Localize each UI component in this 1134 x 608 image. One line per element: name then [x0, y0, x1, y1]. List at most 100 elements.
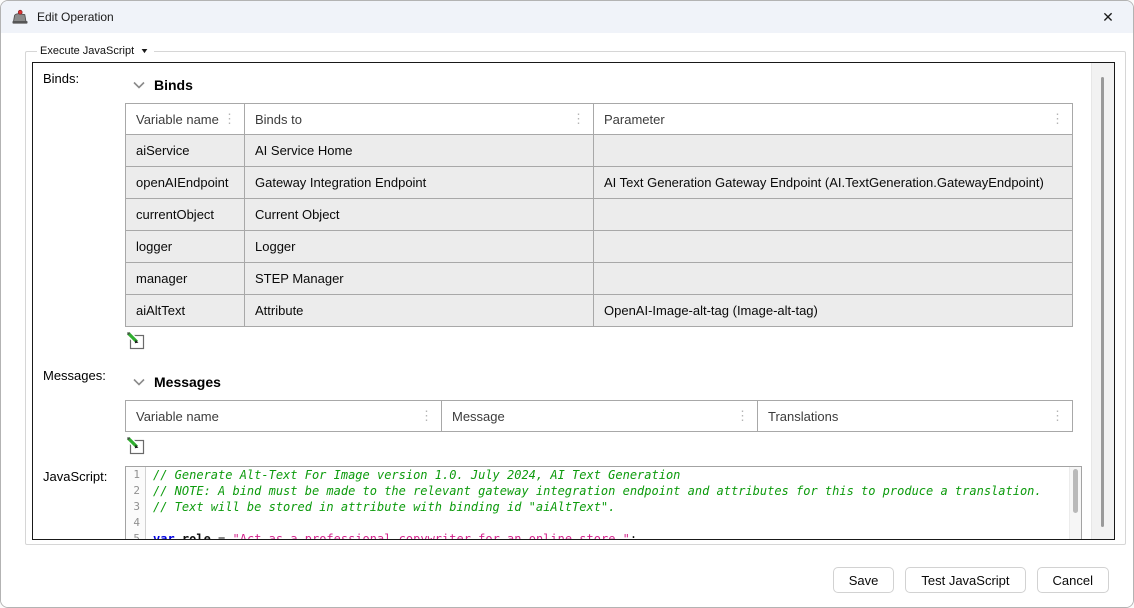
binds-cell[interactable] — [594, 135, 1073, 167]
messages-column-label: Translations — [768, 409, 1049, 424]
code-text: // Generate Alt-Text For Image version 1… — [146, 467, 680, 483]
operation-panel: Binds: Binds Variable name⋮Binds to⋮Para… — [32, 62, 1115, 540]
column-menu-icon[interactable]: ⋮ — [418, 408, 435, 424]
binds-column-header[interactable]: Variable name⋮ — [126, 104, 245, 135]
code-token: // NOTE: A bind must be made to the rele… — [153, 484, 1042, 498]
binds-cell[interactable]: AI Text Generation Gateway Endpoint (AI.… — [594, 167, 1073, 199]
code-text: // NOTE: A bind must be made to the rele… — [146, 483, 1042, 499]
binds-header-row: Variable name⋮Binds to⋮Parameter⋮ — [126, 104, 1073, 135]
code-text: var role = "Act as a professional copywr… — [146, 531, 637, 540]
binds-cell[interactable]: openAIEndpoint — [126, 167, 245, 199]
binds-cell[interactable]: AI Service Home — [245, 135, 594, 167]
code-line: 4 — [126, 515, 1081, 531]
messages-column-header[interactable]: Variable name⋮ — [126, 401, 442, 432]
javascript-row: JavaScript: 1// Generate Alt-Text For Im… — [33, 463, 1114, 540]
code-token — [175, 532, 182, 540]
binds-row: Binds: Binds Variable name⋮Binds to⋮Para… — [33, 63, 1114, 351]
messages-row-label: Messages: — [33, 360, 125, 456]
binds-cell[interactable]: Gateway Integration Endpoint — [245, 167, 594, 199]
binds-table-row: aiServiceAI Service Home — [126, 135, 1073, 167]
binds-cell[interactable] — [594, 231, 1073, 263]
column-menu-icon[interactable]: ⋮ — [1049, 111, 1066, 127]
binds-column-label: Binds to — [255, 112, 570, 127]
chevron-down-icon — [133, 76, 145, 94]
save-button[interactable]: Save — [833, 567, 895, 593]
code-token: = — [211, 532, 233, 540]
messages-row: Messages: Messages Variable name⋮Message… — [33, 360, 1114, 456]
messages-section-title: Messages — [154, 374, 221, 390]
binds-cell[interactable]: manager — [126, 263, 245, 295]
dialog-body: Execute JavaScript ▼ Binds: Binds Vari — [1, 33, 1133, 608]
binds-table: Variable name⋮Binds to⋮Parameter⋮aiServi… — [125, 103, 1073, 327]
code-line: 1// Generate Alt-Text For Image version … — [126, 467, 1081, 483]
binds-section-title: Binds — [154, 77, 193, 93]
line-number: 3 — [126, 499, 146, 515]
binds-cell[interactable]: aiService — [126, 135, 245, 167]
binds-cell[interactable]: Logger — [245, 231, 594, 263]
binds-header-wrap: Parameter⋮ — [604, 111, 1066, 127]
messages-section-toggle[interactable]: Messages — [133, 373, 1082, 391]
edit-rows-icon[interactable] — [126, 436, 146, 456]
window-title: Edit Operation — [37, 10, 114, 24]
messages-column-label: Message — [452, 409, 734, 424]
operation-type-dropdown[interactable]: Execute JavaScript ▼ — [37, 45, 154, 57]
binds-column-label: Variable name — [136, 112, 221, 127]
binds-cell[interactable]: OpenAI-Image-alt-tag (Image-alt-tag) — [594, 295, 1073, 327]
line-number: 2 — [126, 483, 146, 499]
code-token: role — [182, 532, 211, 540]
binds-cell[interactable]: logger — [126, 231, 245, 263]
chevron-down-icon — [133, 373, 145, 391]
messages-column-header[interactable]: Message⋮ — [442, 401, 758, 432]
binds-cell[interactable]: aiAltText — [126, 295, 245, 327]
binds-section-toggle[interactable]: Binds — [133, 76, 1082, 94]
column-menu-icon[interactable]: ⋮ — [734, 408, 751, 424]
panel-vertical-scrollbar[interactable] — [1091, 63, 1114, 539]
messages-column-label: Variable name — [136, 409, 418, 424]
binds-cell[interactable]: currentObject — [126, 199, 245, 231]
binds-cell[interactable]: STEP Manager — [245, 263, 594, 295]
binds-column-header[interactable]: Parameter⋮ — [594, 104, 1073, 135]
messages-table: Variable name⋮Message⋮Translations⋮ — [125, 400, 1073, 432]
edit-operation-dialog: Edit Operation ✕ Execute JavaScript ▼ Bi… — [0, 0, 1134, 608]
cancel-button[interactable]: Cancel — [1037, 567, 1109, 593]
binds-cell[interactable]: Attribute — [245, 295, 594, 327]
line-number: 4 — [126, 515, 146, 531]
edit-rows-icon[interactable] — [126, 331, 146, 351]
binds-table-row: managerSTEP Manager — [126, 263, 1073, 295]
dropdown-arrow-icon: ▼ — [140, 48, 150, 55]
operation-type-label: Execute JavaScript — [40, 45, 134, 57]
binds-header-wrap: Binds to⋮ — [255, 111, 587, 127]
binds-table-row: aiAltTextAttributeOpenAI-Image-alt-tag (… — [126, 295, 1073, 327]
test-javascript-button[interactable]: Test JavaScript — [905, 567, 1025, 593]
binds-cell[interactable] — [594, 199, 1073, 231]
code-text — [146, 515, 153, 531]
line-number: 1 — [126, 467, 146, 483]
messages-column-header[interactable]: Translations⋮ — [758, 401, 1073, 432]
binds-content: Binds Variable name⋮Binds to⋮Parameter⋮a… — [125, 63, 1114, 351]
javascript-code-editor[interactable]: 1// Generate Alt-Text For Image version … — [125, 466, 1082, 540]
messages-header-wrap: Variable name⋮ — [136, 408, 435, 424]
binds-cell[interactable]: Current Object — [245, 199, 594, 231]
javascript-row-label: JavaScript: — [33, 463, 125, 540]
code-line: 2 // NOTE: A bind must be made to the rel… — [126, 483, 1081, 499]
editor-vertical-scrollbar[interactable] — [1069, 467, 1081, 540]
title-bar: Edit Operation ✕ — [1, 1, 1133, 33]
code-token: // Text will be stored in attribute with… — [153, 500, 615, 514]
binds-column-header[interactable]: Binds to⋮ — [245, 104, 594, 135]
operation-group: Execute JavaScript ▼ Binds: Binds Vari — [25, 45, 1126, 545]
column-menu-icon[interactable]: ⋮ — [1049, 408, 1066, 424]
code-lines: 1// Generate Alt-Text For Image version … — [126, 467, 1081, 540]
messages-content: Messages Variable name⋮Message⋮Translati… — [125, 360, 1114, 456]
binds-table-row: currentObjectCurrent Object — [126, 199, 1073, 231]
binds-row-label: Binds: — [33, 63, 125, 351]
close-icon[interactable]: ✕ — [1091, 3, 1125, 31]
scrollbar-thumb[interactable] — [1101, 77, 1104, 527]
code-token: "Act as a professional copywriter for an… — [233, 532, 630, 540]
binds-table-row: openAIEndpointGateway Integration Endpoi… — [126, 167, 1073, 199]
column-menu-icon[interactable]: ⋮ — [221, 111, 238, 127]
binds-cell[interactable] — [594, 263, 1073, 295]
messages-header-wrap: Translations⋮ — [768, 408, 1066, 424]
footer-buttons: Save Test JavaScript Cancel — [833, 567, 1109, 593]
scrollbar-thumb[interactable] — [1073, 469, 1078, 513]
column-menu-icon[interactable]: ⋮ — [570, 111, 587, 127]
